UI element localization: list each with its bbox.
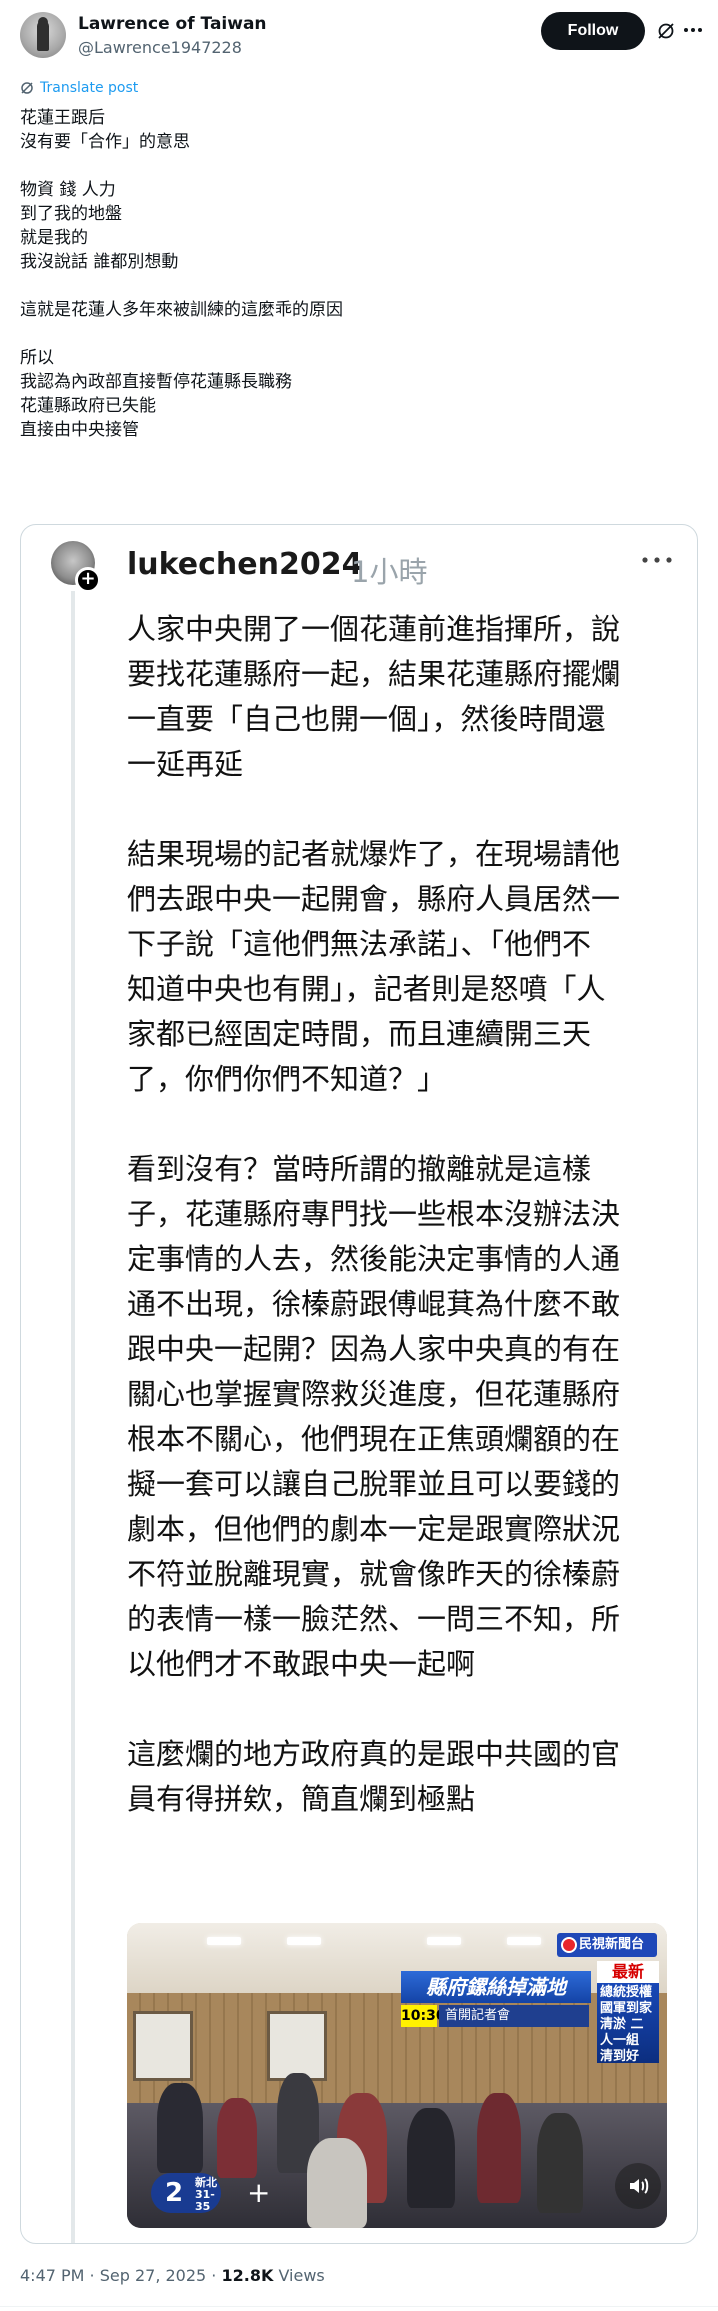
news-time-tag: 10:30 — [401, 2005, 446, 2027]
text-line: 人家中央開了一個花蓮前進指揮所，說 — [127, 612, 621, 646]
avatar-figure-body — [37, 21, 49, 51]
photo-person — [537, 2113, 583, 2213]
photo-window — [267, 2011, 327, 2081]
channel-temp: 31-35 — [195, 2188, 215, 2213]
channel-weather: 新北 31-35 — [195, 2177, 221, 2213]
text-line: 一直要「自己也開一個」，然後時間還 — [127, 702, 606, 736]
text-line: 花蓮縣政府已失能 — [20, 396, 156, 416]
text-line: 家都已經固定時間，而且連續開三天 — [127, 1017, 592, 1051]
text-line: 物資 錢 人力 — [20, 180, 116, 200]
text-line: 直接由中央接管 — [20, 420, 139, 440]
ceiling-light — [507, 1937, 541, 1945]
photo-person — [307, 2138, 367, 2228]
news-logo-icon — [561, 1937, 577, 1953]
text-line: 知道中央也有開」，記者則是怒噴「人 — [127, 972, 606, 1006]
text-line: 根本不關心，他們現在正焦頭爛額的在 — [127, 1422, 621, 1456]
weather-plus-icon: + — [247, 2176, 271, 2209]
speaker-icon — [630, 2178, 649, 2194]
text-line: 一延再延 — [127, 747, 244, 781]
quoted-post-text: 人家中央開了一個花蓮前進指揮所，說 要找花蓮縣府一起，結果花蓮縣府擺爛 一直要「自己… — [127, 607, 697, 1822]
text-line: 沒有要「合作」的意思 — [20, 132, 190, 152]
text-line: 這麼爛的地方政府真的是跟中共國的官 — [127, 1737, 621, 1771]
text-line: 以他們才不敢跟中央一起啊 — [127, 1647, 476, 1681]
text-line: 跟中央一起開？因為人家中央真的有在 — [127, 1332, 621, 1366]
post-header: Lawrence of Taiwan @Lawrence1947228 Foll… — [20, 12, 702, 60]
text-line: 通不出現，徐榛蔚跟傅崐萁為什麼不敢 — [127, 1287, 621, 1321]
news-channel-logo: 民視新聞台 — [557, 1933, 657, 1957]
text-line: 定事情的人去，然後能決定事情的人通 — [127, 1242, 621, 1276]
ceiling-light — [427, 1937, 461, 1945]
grok-icon[interactable] — [656, 21, 676, 41]
news-headline: 縣府鏍絲掉滿地 — [401, 1971, 591, 2003]
text-line: 到了我的地盤 — [20, 204, 122, 224]
post-text: 花蓮王跟后沒有要「合作」的意思 物資 錢 人力 到了我的地盤 就是我的我沒說話 誰都別… — [20, 106, 680, 442]
text-line: 了，你們你們不知道？」 — [127, 1062, 447, 1096]
ceiling-light — [287, 1937, 321, 1945]
thread-line — [71, 591, 75, 2243]
follow-button[interactable]: Follow — [541, 12, 645, 50]
text-line: 劇本，但他們的劇本一定是跟實際狀況 — [127, 1512, 621, 1546]
text-line: 的表情一樣一臉茫然、一問三不知，所 — [127, 1602, 621, 1636]
author-handle[interactable]: @Lawrence1947228 — [78, 38, 242, 57]
text-line: 擬一套可以讓自己脫罪並且可以要錢的 — [127, 1467, 621, 1501]
text-line: 員有得拼欸，簡直爛到極點 — [127, 1782, 476, 1816]
text-line: 我沒說話 誰都別想動 — [20, 252, 179, 272]
translate-icon — [21, 82, 33, 94]
news-logo-text: 民視新聞台 — [579, 1937, 645, 1952]
text-line: 看到沒有？當時所謂的撤離就是這樣 — [127, 1152, 592, 1186]
ceiling-light — [207, 1937, 241, 1945]
quoted-more-icon[interactable] — [639, 553, 675, 567]
channel-badge: 2 新北 31-35 — [151, 2173, 221, 2213]
text-line: 就是我的 — [20, 228, 88, 248]
author-display-name[interactable]: Lawrence of Taiwan — [78, 14, 267, 34]
quoted-post-card[interactable]: + lukechen2024 1小時 人家中央開了一個花蓮前進指揮所，說 要找花蓮… — [20, 524, 698, 2244]
text-line: 要找花蓮縣府一起，結果花蓮縣府擺爛 — [127, 657, 621, 691]
photo-person — [407, 2108, 455, 2208]
text-line: 們去跟中央一起開會，縣府人員居然一 — [127, 882, 621, 916]
quoted-time: 1小時 — [351, 555, 428, 589]
photo-person — [157, 2083, 203, 2173]
text-line: 關心也掌握實際救災進度，但花蓮縣府 — [127, 1377, 621, 1411]
photo-window — [133, 2011, 193, 2081]
author-avatar[interactable] — [20, 12, 66, 58]
news-subheadline: 首開記者會 — [439, 2005, 589, 2027]
text-line: 我認為內政部直接暫停花蓮縣長職務 — [20, 372, 292, 392]
quoted-username[interactable]: lukechen2024 — [127, 547, 362, 582]
news-latest-tag: 最新 — [597, 1961, 659, 1983]
post-timestamp[interactable]: 4:47 PM · Sep 27, 2025 · — [20, 2266, 221, 2285]
text-line: 所以 — [20, 348, 54, 368]
views-label: Views — [273, 2266, 325, 2285]
text-line: 結果現場的記者就爆炸了，在現場請他 — [127, 837, 621, 871]
text-line: 下子說「這他們無法承諾」、「他們不 — [127, 927, 592, 961]
mute-toggle[interactable] — [615, 2163, 661, 2209]
views-count: 12.8K — [221, 2266, 274, 2285]
news-latest-text: 總統授權國軍到家清淤 二人一組 清到好 — [597, 1983, 659, 2063]
translate-post-link[interactable]: Translate post — [20, 80, 138, 96]
follow-plus-icon[interactable]: + — [75, 567, 101, 593]
text-line: 花蓮王跟后 — [20, 108, 105, 128]
text-line: 這就是花蓮人多年來被訓練的這麼乖的原因 — [20, 300, 343, 320]
text-line: 子，花蓮縣府專門找一些根本沒辦法決 — [127, 1197, 621, 1231]
photo-person — [217, 2098, 257, 2178]
news-photo[interactable]: 民視新聞台 縣府鏍絲掉滿地 10:30 首開記者會 最新 總統授權國軍到家清淤 … — [127, 1923, 667, 2228]
post-meta: 4:47 PM · Sep 27, 2025 · 12.8K Views — [20, 2266, 325, 2285]
translate-post-label: Translate post — [40, 80, 139, 96]
photo-person — [477, 2093, 521, 2203]
divider — [0, 2306, 718, 2307]
text-line: 不符並脫離現實，就會像昨天的徐榛蔚 — [127, 1557, 621, 1591]
channel-number: 2 — [165, 2178, 184, 2208]
more-options-icon[interactable] — [682, 19, 704, 41]
